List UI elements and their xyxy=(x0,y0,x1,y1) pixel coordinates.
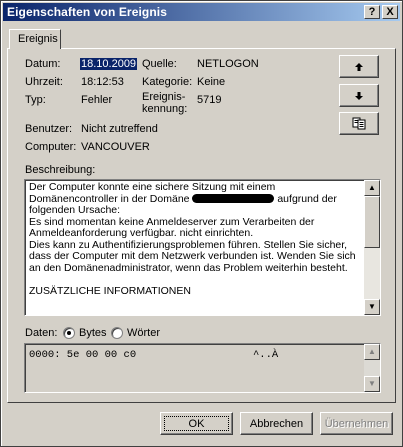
description-line: an den Domänenadministrator, wenn das Pr… xyxy=(29,261,348,274)
hex-line: 0000: 5e 00 00 c0 xyxy=(29,349,137,361)
arrow-down-icon xyxy=(355,91,363,100)
scroll-down-button[interactable]: ▼ xyxy=(364,299,380,315)
uebernehmen-button-label: Übernehmen xyxy=(324,417,389,430)
data-box[interactable]: 0000: 5e 00 00 c0 ^..À ▲ ▼ xyxy=(24,343,381,393)
ereignis-label-2: kennung: xyxy=(142,103,188,115)
uhrzeit-value: 18:12:53 xyxy=(81,76,124,88)
bytes-radio[interactable] xyxy=(63,327,75,339)
ok-button[interactable]: OK xyxy=(160,412,233,435)
scroll-down-icon: ▼ xyxy=(368,379,376,388)
arrow-up-icon xyxy=(355,62,363,71)
quelle-label: Quelle: xyxy=(142,58,177,70)
copy-icon xyxy=(352,117,366,130)
benutzer-label: Benutzer: xyxy=(25,123,73,135)
abbrechen-button[interactable]: Abbrechen xyxy=(240,412,313,435)
description-scrollbar[interactable]: ▲ ▼ xyxy=(364,180,380,315)
uebernehmen-button[interactable]: Übernehmen xyxy=(320,412,393,435)
computer-label: Computer: xyxy=(25,141,77,153)
description-line-part: aufgrund der xyxy=(277,192,337,205)
title-bar[interactable]: Eigenschaften von Ereignis ? X xyxy=(3,3,400,21)
scroll-up-icon: ▲ xyxy=(368,347,376,356)
bytes-radio-label[interactable]: Bytes xyxy=(79,327,107,339)
next-event-button[interactable] xyxy=(339,84,379,107)
woerter-radio-label[interactable]: Wörter xyxy=(127,327,160,339)
scroll-up-icon: ▲ xyxy=(368,183,376,192)
scroll-down-icon: ▼ xyxy=(368,302,376,311)
copy-button[interactable] xyxy=(339,112,379,135)
quelle-value: NETLOGON xyxy=(197,58,259,70)
ok-button-label: OK xyxy=(188,417,205,430)
previous-event-button[interactable] xyxy=(339,55,379,78)
ascii-line: ^..À xyxy=(253,349,279,361)
uhrzeit-label: Uhrzeit: xyxy=(25,76,63,88)
description-text[interactable]: Der Computer konnte eine sichere Sitzung… xyxy=(29,181,375,297)
ereignis-label-1: Ereignis- xyxy=(142,91,186,103)
ereignis-value: 5719 xyxy=(197,94,222,106)
description-line: Anmeldeanforderung verfügbar. nicht einr… xyxy=(29,227,254,239)
kategorie-value: Keine xyxy=(197,76,226,88)
data-scrollbar[interactable]: ▲ ▼ xyxy=(364,344,380,392)
kategorie-label: Kategorie: xyxy=(142,76,193,88)
daten-label: Daten: xyxy=(25,327,58,339)
datum-label: Datum: xyxy=(25,58,61,70)
description-line: dass der Computer mit dem Netzwerk verbu… xyxy=(29,250,356,262)
abbrechen-button-label: Abbrechen xyxy=(249,417,304,430)
redaction-mark xyxy=(192,194,275,204)
typ-label: Typ: xyxy=(25,94,46,106)
data-scroll-down-button[interactable]: ▼ xyxy=(364,376,380,392)
close-icon: X xyxy=(386,5,394,18)
beschreibung-label: Beschreibung: xyxy=(25,164,96,176)
typ-value: Fehler xyxy=(81,94,113,106)
datum-value[interactable]: 18.10.2009 xyxy=(80,58,138,70)
scroll-up-button[interactable]: ▲ xyxy=(364,180,380,196)
description-line-part: Domänencontroller in der Domäne xyxy=(29,192,190,205)
description-line xyxy=(29,274,375,286)
description-box[interactable]: Der Computer konnte eine sichere Sitzung… xyxy=(24,179,381,316)
woerter-radio[interactable] xyxy=(111,327,123,339)
computer-value: VANCOUVER xyxy=(81,141,150,153)
help-button[interactable]: ? xyxy=(364,5,380,19)
description-line: ZUSÄTZLICHE INFORMATIONEN xyxy=(29,284,191,297)
window-title: Eigenschaften von Ereignis xyxy=(7,5,167,19)
close-button[interactable]: X xyxy=(382,5,398,19)
data-scroll-up-button[interactable]: ▲ xyxy=(364,344,380,360)
tab-ereignis-label: Ereignis xyxy=(18,33,58,45)
benutzer-value: Nicht zutreffend xyxy=(81,123,158,135)
scroll-thumb[interactable] xyxy=(364,196,380,248)
help-icon: ? xyxy=(368,5,376,18)
description-line: folgenden Ursache: xyxy=(29,204,121,216)
event-properties-window: Eigenschaften von Ereignis ? X Ereignis … xyxy=(0,0,403,447)
tab-ereignis[interactable]: Ereignis xyxy=(9,29,61,49)
